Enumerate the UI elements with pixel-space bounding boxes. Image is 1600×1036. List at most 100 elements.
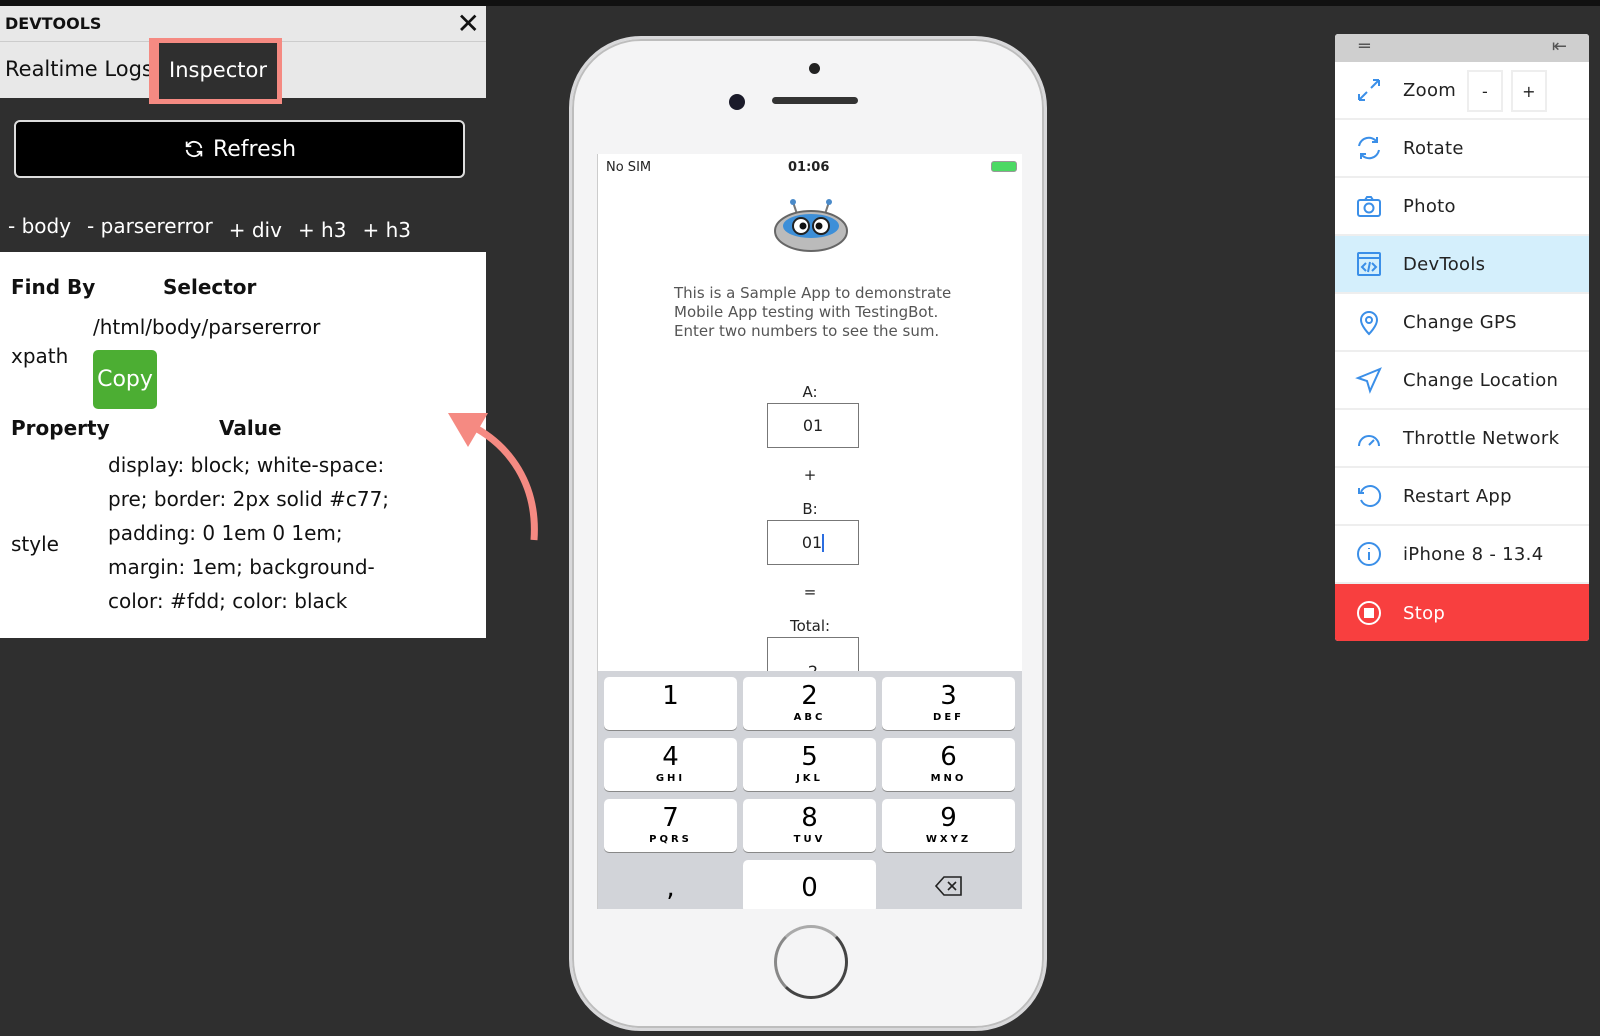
find-by-header: Find By (11, 275, 96, 299)
key-letters: GHI (655, 773, 686, 784)
devtools-tabs: Realtime Logs Inspector (0, 38, 486, 104)
key-backspace[interactable] (882, 860, 1015, 909)
backspace-icon (934, 876, 962, 896)
selector-header: Selector (163, 275, 257, 299)
key-3[interactable]: 3 DEF (882, 677, 1015, 730)
property-value: display: block; white-space: pre; border… (108, 453, 390, 613)
tab-inspector[interactable]: Inspector (149, 38, 282, 104)
find-by-value: xpath (11, 344, 69, 368)
zoom-out-button[interactable]: - (1467, 70, 1503, 112)
tool-change-location[interactable]: Change Location (1335, 352, 1589, 410)
devtools-panel: DEVTOOLS ✕ Realtime Logs Inspector Refre… (0, 6, 486, 639)
phone-device: No SIM 01:06 This is a Sample App to dem… (569, 36, 1047, 1031)
key-8[interactable]: 8 TUV (743, 799, 876, 852)
crumb-body[interactable]: - body (8, 214, 71, 242)
tool-change-gps[interactable]: Change GPS (1335, 294, 1589, 352)
tool-label: Rotate (1403, 137, 1464, 159)
key-6[interactable]: 6 MNO (882, 738, 1015, 791)
breadcrumb: - body - parsererror + div + h3 + h3 (8, 214, 411, 242)
text-caret (822, 533, 825, 552)
refresh-button[interactable]: Refresh (14, 120, 465, 178)
key-9[interactable]: 9 WXYZ (882, 799, 1015, 852)
home-button[interactable] (774, 925, 848, 999)
zoom-icon (1355, 76, 1383, 104)
restart-icon (1355, 482, 1383, 510)
selector-value: /html/body/parsererror (93, 315, 321, 339)
key-7[interactable]: 7 PQRS (604, 799, 737, 852)
zoom-in-button[interactable]: + (1511, 70, 1547, 112)
annotation-arrow-icon (448, 413, 538, 541)
app-description: This is a Sample App to demonstrate Mobi… (674, 284, 952, 340)
navigation-icon (1355, 366, 1383, 394)
key-number: 6 (940, 742, 957, 772)
tool-throttle-network[interactable]: Throttle Network (1335, 410, 1589, 468)
refresh-icon (185, 140, 203, 158)
label-total: Total: (789, 617, 831, 635)
key-number: 9 (940, 803, 957, 833)
crumb-h3[interactable]: + h3 (362, 218, 411, 242)
key-1[interactable]: 1 (604, 677, 737, 730)
crumb-div[interactable]: + div (229, 218, 282, 242)
key-letters: PQRS (649, 834, 692, 845)
key-number: 3 (940, 681, 957, 711)
phone-screen[interactable]: No SIM 01:06 This is a Sample App to dem… (597, 154, 1022, 909)
value-header: Value (219, 416, 282, 440)
label-a: A: (802, 383, 818, 401)
drag-handle-icon[interactable]: ═ (1359, 36, 1370, 57)
tool-stop[interactable]: Stop (1335, 584, 1589, 641)
tool-label: iPhone 8 - 13.4 (1403, 543, 1544, 565)
camera-icon (1355, 192, 1383, 220)
device-toolbar: ═ ⇤ Zoom - + Rotate Photo DevTools Change GPS C… (1335, 34, 1589, 641)
tool-iphone-8-13-4[interactable]: iPhone 8 - 13.4 (1335, 526, 1589, 584)
carrier: No SIM (606, 160, 652, 175)
collapse-icon[interactable]: ⇤ (1552, 36, 1567, 57)
key-number: 1 (662, 681, 679, 711)
key-number: 0 (801, 873, 818, 903)
key-4[interactable]: 4 GHI (604, 738, 737, 791)
tool-label: Change GPS (1403, 311, 1517, 333)
map-pin-icon (1355, 308, 1383, 336)
crumb-parsererror[interactable]: - parsererror (87, 214, 213, 242)
testingbot-logo-icon (774, 199, 848, 252)
stop-icon (1355, 599, 1383, 627)
copy-button[interactable]: Copy (93, 350, 157, 409)
crumb-h3[interactable]: + h3 (298, 218, 347, 242)
inspector-details: Find By Selector /html/body/parsererror … (0, 252, 486, 638)
camera-icon (729, 94, 745, 110)
key-number: 4 (662, 742, 679, 772)
key-0[interactable]: 0 (743, 860, 876, 909)
tool-label: Photo (1403, 195, 1456, 217)
input-b[interactable]: 01 (767, 520, 859, 565)
key-letters: DEF (933, 712, 964, 723)
gauge-icon (1355, 424, 1383, 452)
input-b-value: 01 (801, 533, 823, 552)
key-number: , (666, 873, 675, 903)
close-icon[interactable]: ✕ (457, 7, 480, 40)
devtools-title: DEVTOOLS (5, 14, 102, 33)
key-letters: ABC (793, 712, 826, 723)
tool-zoom[interactable]: Zoom - + (1335, 62, 1589, 120)
tool-label: Throttle Network (1403, 427, 1560, 449)
tab-realtime-logs[interactable]: Realtime Logs (5, 57, 153, 81)
equals-sign: = (803, 583, 817, 601)
input-a[interactable]: 01 (767, 403, 859, 448)
key-number: 2 (801, 681, 818, 711)
key-5[interactable]: 5 JKL (743, 738, 876, 791)
tool-photo[interactable]: Photo (1335, 178, 1589, 236)
key-comma[interactable]: , (604, 860, 737, 909)
tool-label: Restart App (1403, 485, 1512, 507)
numeric-keyboard: 1 2 ABC 3 DEF 4 GHI 5 JKL 6 MNO 7 PQRS 8 TUV 9 WXYZ, 0 (598, 671, 1022, 909)
tool-label: Change Location (1403, 369, 1559, 391)
tab-inspector-label: Inspector (159, 43, 277, 99)
tool-restart-app[interactable]: Restart App (1335, 468, 1589, 526)
key-2[interactable]: 2 ABC (743, 677, 876, 730)
label-b: B: (802, 500, 818, 518)
toolbar-header: ═ ⇤ (1335, 34, 1589, 62)
tool-rotate[interactable]: Rotate (1335, 120, 1589, 178)
tool-devtools[interactable]: DevTools (1335, 236, 1589, 294)
sensor-icon (809, 63, 820, 74)
key-number: 7 (662, 803, 679, 833)
property-name: style (11, 532, 59, 556)
refresh-label: Refresh (212, 136, 297, 162)
clock: 01:06 (788, 160, 830, 175)
